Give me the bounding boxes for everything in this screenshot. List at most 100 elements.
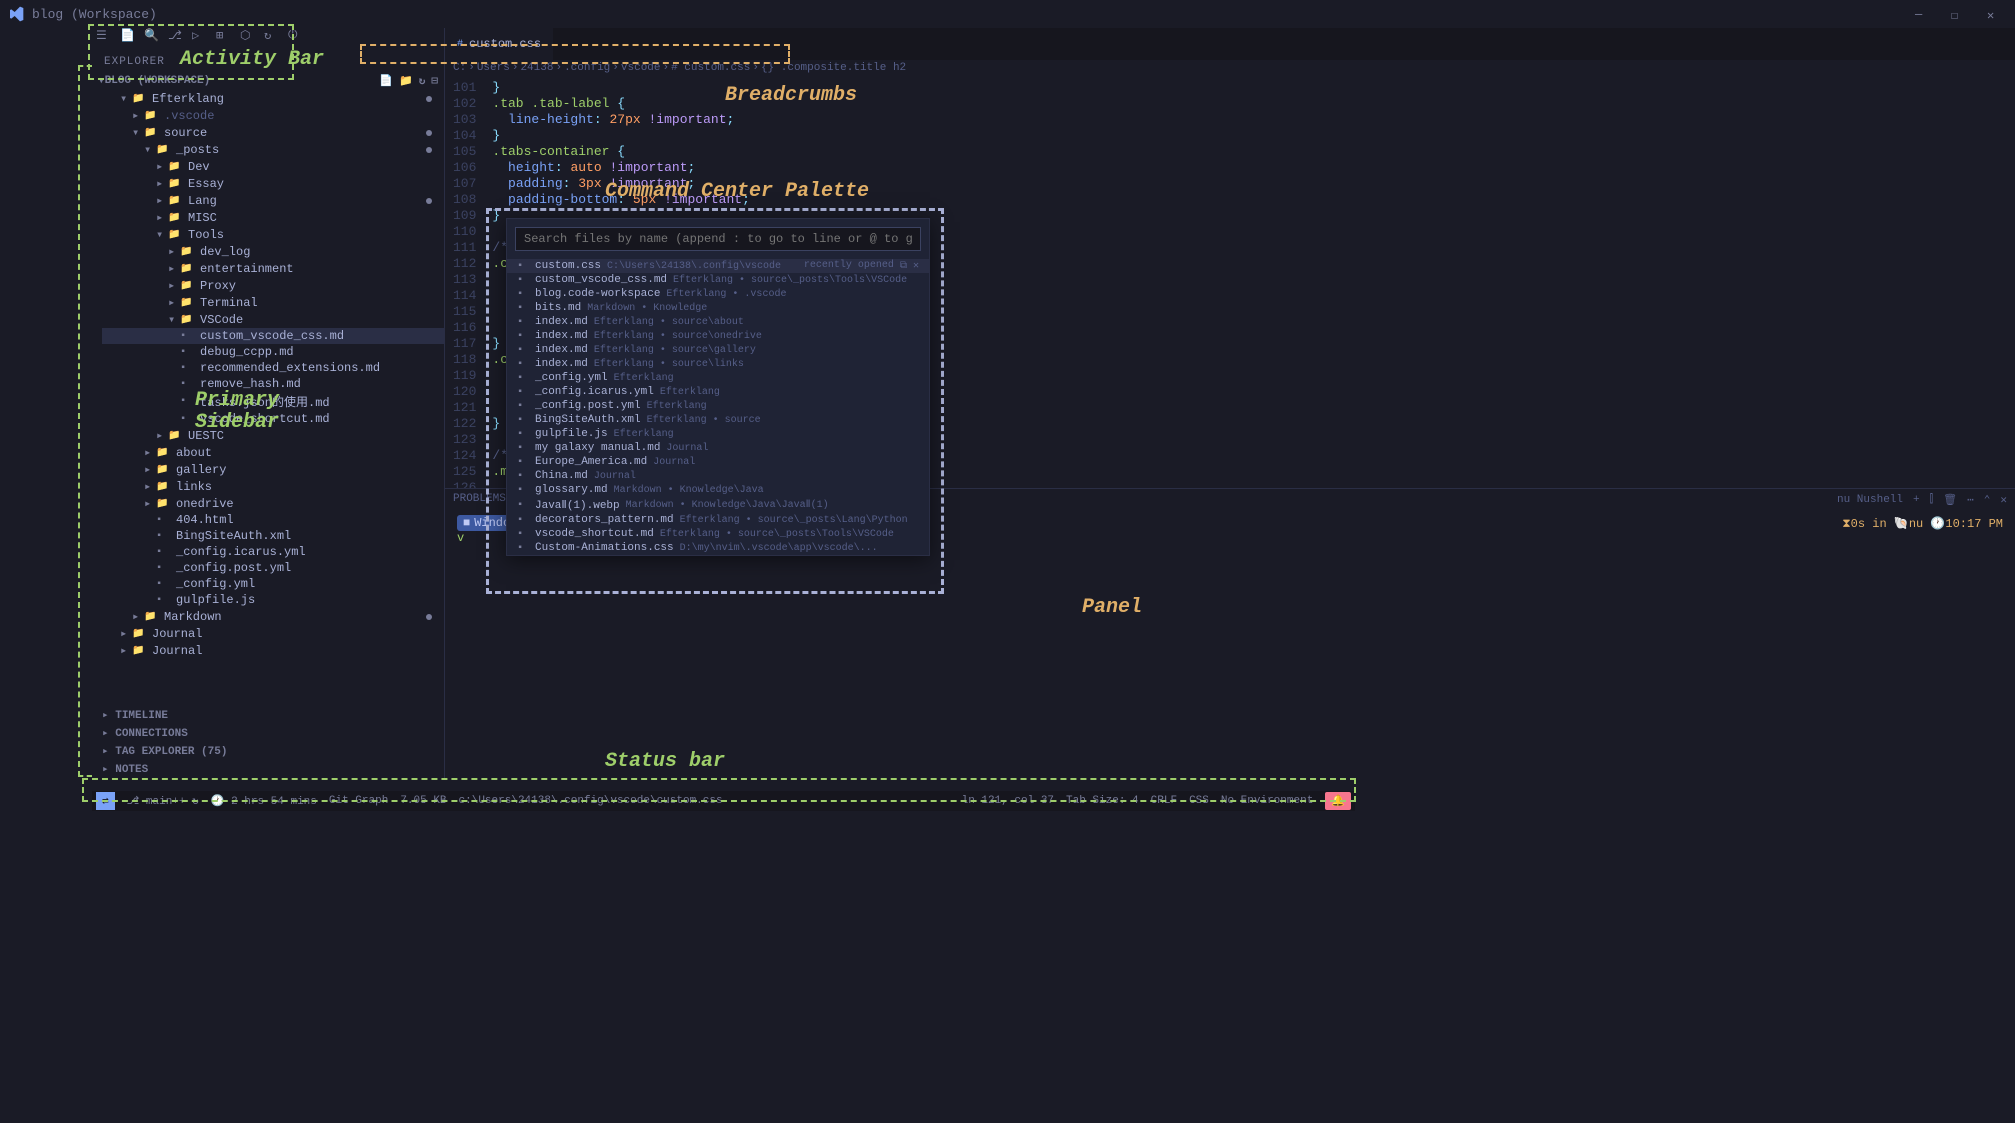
command-palette-item[interactable]: ▪_config.yml Efterklang <box>507 371 929 385</box>
files-icon[interactable]: 📄 <box>120 28 134 42</box>
status-eol[interactable]: CRLF <box>1151 795 1177 807</box>
tree-folder[interactable]: ▾📁Efterklang <box>102 90 444 107</box>
sidebar-section[interactable]: ▸ NOTES <box>92 760 444 778</box>
status-language[interactable]: CSS <box>1189 795 1209 807</box>
breadcrumb-item[interactable]: C: <box>453 62 466 74</box>
new-terminal-icon[interactable]: + <box>1913 494 1920 506</box>
refresh-icon[interactable]: ↻ <box>419 74 426 88</box>
tree-folder[interactable]: ▸📁MISC <box>102 209 444 226</box>
breadcrumb-item[interactable]: 24138 <box>520 62 553 74</box>
notifications-button[interactable]: 🔔 <box>1325 792 1351 810</box>
power-icon[interactable]: ⏻ <box>288 28 302 42</box>
command-palette-item[interactable]: ▪decorators_pattern.md Efterklang • sour… <box>507 513 929 527</box>
command-palette-item[interactable]: ▪custom.css C:\Users\24138\.config\vscod… <box>507 259 929 273</box>
command-palette-input[interactable] <box>515 227 921 251</box>
breadcrumb-item[interactable]: vscode <box>621 62 661 74</box>
tree-file[interactable]: ▪_config.icarus.yml <box>102 544 444 560</box>
command-palette-item[interactable]: ▪index.md Efterklang • source\links <box>507 357 929 371</box>
workspace-header[interactable]: ▾ BLOG (WORKSPACE) 📄 📁 ↻ ⊟ <box>92 72 444 90</box>
tab-problems[interactable]: PROBLEMS <box>453 493 506 507</box>
source-control-icon[interactable]: ⎇ <box>168 28 182 42</box>
close-panel-icon[interactable]: ✕ <box>2000 493 2007 507</box>
status-time[interactable]: 🕐 2 hrs 54 mins <box>211 794 317 808</box>
command-palette-item[interactable]: ▪China.md Journal <box>507 469 929 483</box>
command-palette-item[interactable]: ▪blog.code-workspace Efterklang • .vscod… <box>507 287 929 301</box>
maximize-button[interactable]: ☐ <box>1951 8 1963 20</box>
collapse-icon[interactable]: ⊟ <box>431 74 438 88</box>
search-icon[interactable]: 🔍 <box>144 28 158 42</box>
command-palette-item[interactable]: ▪index.md Efterklang • source\gallery <box>507 343 929 357</box>
remote-icon[interactable]: ⬡ <box>240 28 254 42</box>
tree-folder[interactable]: ▾📁source <box>102 124 444 141</box>
breadcrumb[interactable]: C: › Users › 24138 › .config › vscode › … <box>445 60 2015 76</box>
status-tab-size[interactable]: Tab Size: 4 <box>1066 795 1139 807</box>
command-palette-item[interactable]: ▪_config.post.yml Efterklang <box>507 399 929 413</box>
tab-custom-css[interactable]: # custom.css <box>445 28 554 60</box>
tree-folder[interactable]: ▸📁Dev <box>102 158 444 175</box>
tree-file[interactable]: ▪BingSiteAuth.xml <box>102 528 444 544</box>
tree-folder[interactable]: ▸📁onedrive <box>102 495 444 512</box>
sidebar-section[interactable]: ▸ TIMELINE <box>92 706 444 724</box>
close-button[interactable]: ✕ <box>1987 8 1999 20</box>
tree-file[interactable]: ▪_config.post.yml <box>102 560 444 576</box>
command-palette-item[interactable]: ▪my galaxy manual.md Journal <box>507 441 929 455</box>
tree-file[interactable]: ▪custom_vscode_css.md <box>102 328 444 344</box>
maximize-panel-icon[interactable]: ⌃ <box>1984 493 1991 507</box>
tree-folder[interactable]: ▸📁gallery <box>102 461 444 478</box>
remote-button[interactable]: ⇄ <box>96 792 115 810</box>
command-palette-item[interactable]: ▪Europe_America.md Journal <box>507 455 929 469</box>
tree-file[interactable]: ▪404.html <box>102 512 444 528</box>
sidebar-section[interactable]: ▸ TAG EXPLORER (75) <box>92 742 444 760</box>
breadcrumb-item[interactable]: # custom.css <box>671 62 750 74</box>
sidebar-section[interactable]: ▸ CONNECTIONS <box>92 724 444 742</box>
command-palette-item[interactable]: ▪bits.md Markdown • Knowledge <box>507 301 929 315</box>
workspace-name: BLOG (WORKSPACE) <box>105 75 211 87</box>
tree-file[interactable]: ▪_config.yml <box>102 576 444 592</box>
command-palette-item[interactable]: ▪Custom-Animations.css D:\my\nvim\.vscod… <box>507 541 929 555</box>
tree-file[interactable]: ▪recommended_extensions.md <box>102 360 444 376</box>
status-branch[interactable]: ⎇ main++ ↻ <box>127 794 199 808</box>
tree-folder[interactable]: ▸📁Lang <box>102 192 444 209</box>
tree-folder[interactable]: ▸📁.vscode <box>102 107 444 124</box>
command-palette-item[interactable]: ▪index.md Efterklang • source\onedrive <box>507 329 929 343</box>
more-icon[interactable]: ⋯ <box>1967 493 1974 507</box>
tree-folder[interactable]: ▸📁Journal <box>102 625 444 642</box>
status-position[interactable]: ln 121, col 37 <box>962 795 1054 807</box>
tree-folder[interactable]: ▾📁Tools <box>102 226 444 243</box>
command-palette-item[interactable]: ▪_config.icarus.yml Efterklang <box>507 385 929 399</box>
status-git-graph[interactable]: Git Graph <box>329 795 388 807</box>
tree-file[interactable]: ▪gulpfile.js <box>102 592 444 608</box>
tree-folder[interactable]: ▸📁dev_log <box>102 243 444 260</box>
tree-folder[interactable]: ▸📁Essay <box>102 175 444 192</box>
tree-folder[interactable]: ▸📁Proxy <box>102 277 444 294</box>
debug-icon[interactable]: ▷ <box>192 28 206 42</box>
split-terminal-icon[interactable]: ⫿ <box>1930 494 1934 506</box>
command-palette-item[interactable]: ▪BingSiteAuth.xml Efterklang • source <box>507 413 929 427</box>
breadcrumb-item[interactable]: {} .composite.title h2 <box>761 62 906 74</box>
tree-folder[interactable]: ▸📁Markdown <box>102 608 444 625</box>
command-palette-item[interactable]: ▪custom_vscode_css.md Efterklang • sourc… <box>507 273 929 287</box>
command-palette-item[interactable]: ▪glossary.md Markdown • Knowledge\Java <box>507 483 929 497</box>
command-palette-item[interactable]: ▪index.md Efterklang • source\about <box>507 315 929 329</box>
command-palette-item[interactable]: ▪vscode_shortcut.md Efterklang • source\… <box>507 527 929 541</box>
tree-folder[interactable]: ▸📁Journal <box>102 642 444 659</box>
extensions-icon[interactable]: ⊞ <box>216 28 230 42</box>
menu-icon[interactable]: ☰ <box>96 28 110 42</box>
refresh-icon[interactable]: ↻ <box>264 28 278 42</box>
new-file-icon[interactable]: 📄 <box>379 74 393 88</box>
new-folder-icon[interactable]: 📁 <box>399 74 413 88</box>
tree-folder[interactable]: ▾📁_posts <box>102 141 444 158</box>
status-environment[interactable]: No Environment <box>1221 795 1313 807</box>
tree-folder[interactable]: ▸📁links <box>102 478 444 495</box>
tree-folder[interactable]: ▾📁VSCode <box>102 311 444 328</box>
tree-folder[interactable]: ▸📁about <box>102 444 444 461</box>
breadcrumb-item[interactable]: Users <box>477 62 510 74</box>
trash-icon[interactable]: 🗑 <box>1943 493 1957 507</box>
command-palette-item[interactable]: ▪JavaⅡ(1).webp Markdown • Knowledge\Java… <box>507 497 929 513</box>
tree-folder[interactable]: ▸📁Terminal <box>102 294 444 311</box>
tree-file[interactable]: ▪debug_ccpp.md <box>102 344 444 360</box>
minimize-button[interactable]: ─ <box>1915 8 1927 20</box>
command-palette-item[interactable]: ▪gulpfile.js Efterklang <box>507 427 929 441</box>
tree-folder[interactable]: ▸📁entertainment <box>102 260 444 277</box>
breadcrumb-item[interactable]: .config <box>564 62 610 74</box>
